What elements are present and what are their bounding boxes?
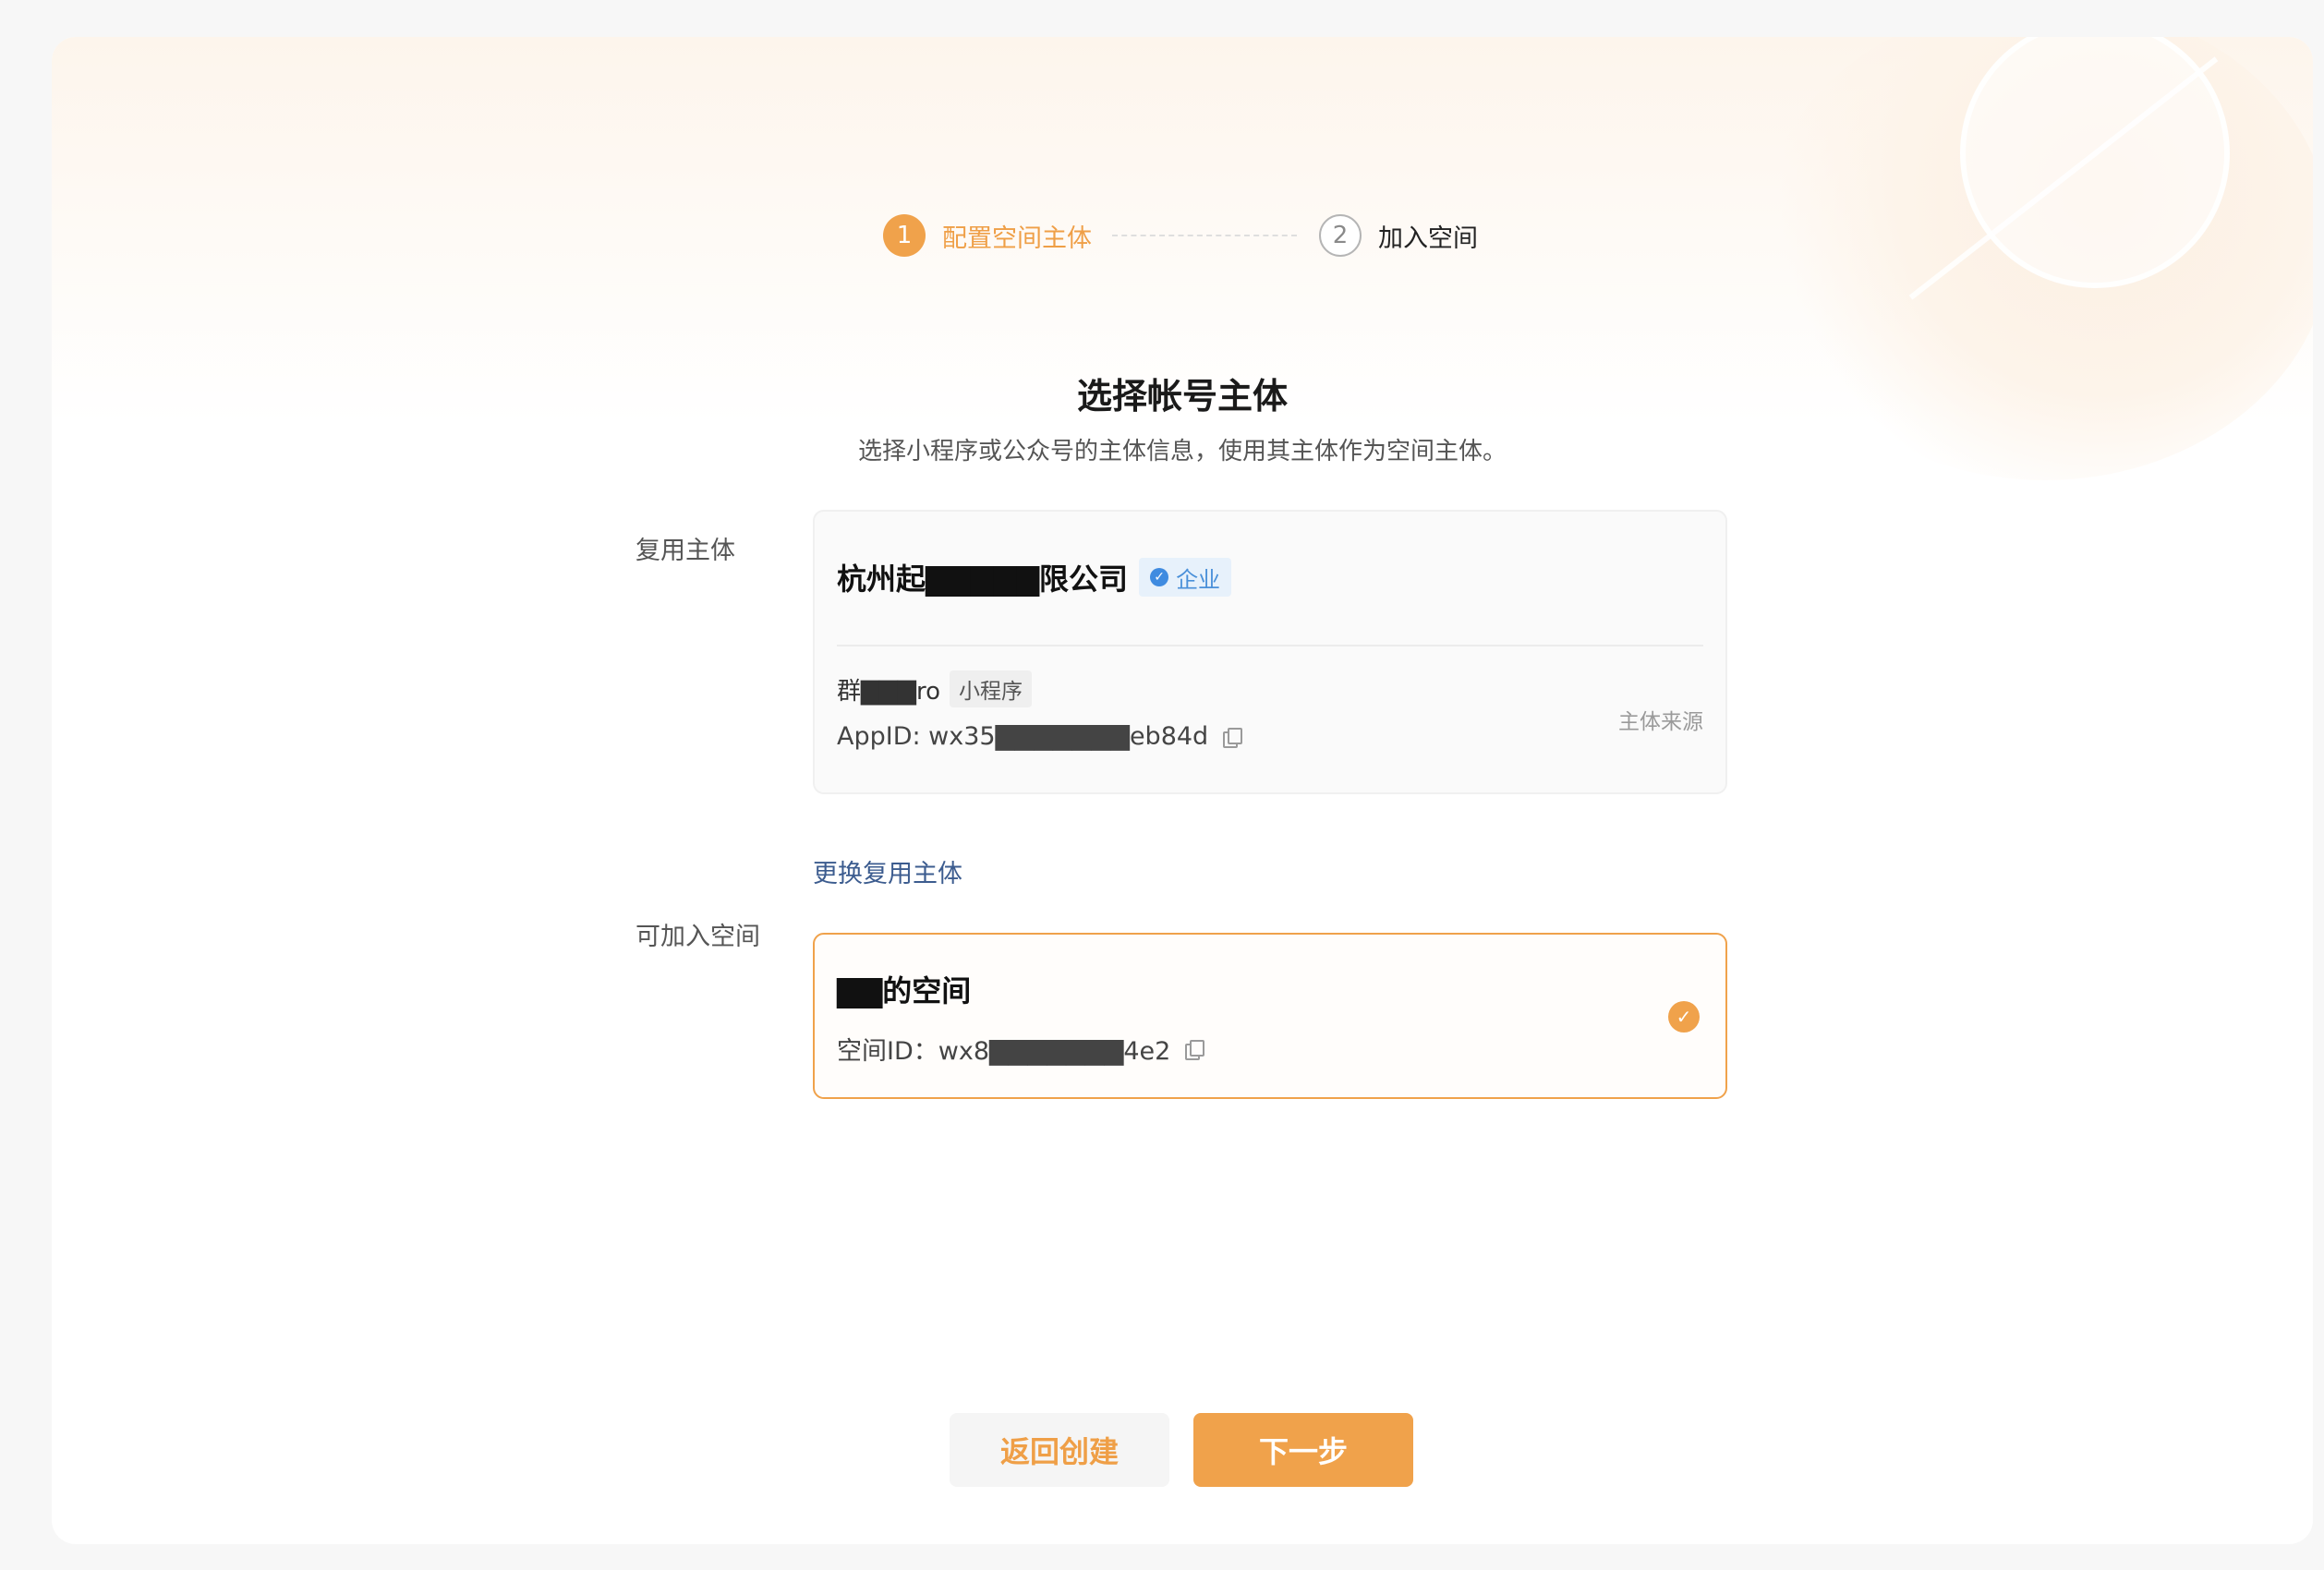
next-step-button[interactable]: 下一步 (1193, 1413, 1413, 1487)
step-configure-entity: 1 配置空间主体 (883, 212, 1092, 259)
app-row: 群▇▇▇ro 小程序 (837, 670, 1033, 707)
entity-divider (837, 645, 1703, 646)
entity-source-label: 主体来源 (1618, 710, 1703, 734)
space-option-card[interactable]: ▇▇的空间 空间ID：wx8▇▇▇▇▇▇▇4e2 ✓ (813, 933, 1727, 1099)
page-title: 选择帐号主体 (1076, 376, 1288, 417)
company-name: 杭州起▇▇▇▇▇限公司 (837, 562, 1129, 597)
space-id: 空间ID：wx8▇▇▇▇▇▇▇4e2 (837, 1037, 1171, 1066)
copy-icon[interactable] (1223, 727, 1243, 748)
selected-check-icon: ✓ (1668, 1001, 1700, 1033)
main-card: 1 配置空间主体 2 加入空间 选择帐号主体 选择小程序或公众号的主体信息，使用… (52, 37, 2313, 1544)
step-join-space: 2 加入空间 (1319, 212, 1478, 259)
app-id: AppID: wx35▇▇▇▇▇▇▇eb84d (837, 722, 1209, 751)
joinable-space-label: 可加入空间 (635, 923, 760, 951)
space-id-row: 空间ID：wx8▇▇▇▇▇▇▇4e2 (837, 1031, 1205, 1067)
step-2-label: 加入空间 (1378, 223, 1478, 253)
step-1-number: 1 (883, 214, 926, 257)
space-name: ▇▇的空间 (837, 973, 972, 1008)
step-1-label: 配置空间主体 (942, 223, 1092, 253)
change-reuse-entity-link[interactable]: 更换复用主体 (813, 853, 962, 889)
app-type-badge: 小程序 (950, 670, 1033, 707)
appid-row: AppID: wx35▇▇▇▇▇▇▇eb84d (837, 722, 1243, 751)
company-row: 杭州起▇▇▇▇▇限公司 ✓ 企业 (837, 556, 1232, 598)
verified-icon: ✓ (1150, 568, 1169, 586)
back-to-create-button[interactable]: 返回创建 (950, 1413, 1169, 1487)
app-name: 群▇▇▇ro (837, 677, 941, 706)
reuse-entity-label: 复用主体 (635, 537, 735, 565)
company-type: 企业 (1176, 566, 1221, 593)
reuse-entity-card: 杭州起▇▇▇▇▇限公司 ✓ 企业 群▇▇▇ro 小程序 AppID: wx35▇… (813, 510, 1727, 794)
copy-icon[interactable] (1185, 1039, 1205, 1060)
step-connector (1112, 235, 1297, 236)
enterprise-badge: ✓ 企业 (1139, 558, 1232, 597)
stepper: 1 配置空间主体 2 加入空间 (52, 212, 2313, 259)
page-subtitle: 选择小程序或公众号的主体信息，使用其主体作为空间主体。 (857, 438, 1507, 465)
step-2-number: 2 (1319, 214, 1362, 257)
